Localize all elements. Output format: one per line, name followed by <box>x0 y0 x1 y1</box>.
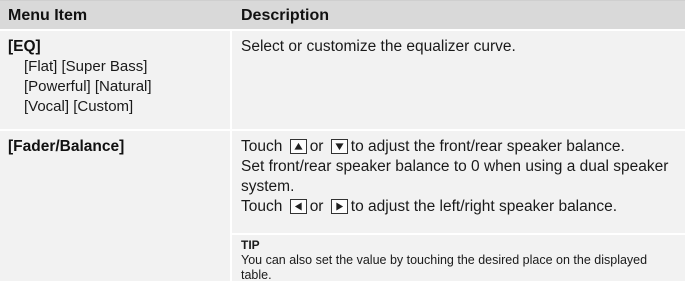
or-word: or <box>309 138 324 155</box>
eq-options: [Flat] [Super Bass] [Powerful] [Natural]… <box>24 57 224 117</box>
tip-title: TIP <box>241 238 260 252</box>
down-arrow-button-icon <box>330 139 348 154</box>
header-menu-item: Menu Item <box>8 7 88 24</box>
menu-item-eq: [EQ] <box>8 38 41 55</box>
touch-word: Touch <box>241 138 283 155</box>
up-arrow-button-icon <box>289 139 307 154</box>
table-row-eq: [EQ] [Flat] [Super Bass] [Powerful] [Nat… <box>0 31 685 129</box>
desc-line-left-right: Touch or to adjust the left/right speake… <box>241 197 677 217</box>
eq-option-line: [Vocal] [Custom] <box>24 98 134 115</box>
or-word: or <box>309 198 324 215</box>
header-description: Description <box>241 7 330 24</box>
left-right-instruction: to adjust the left/right speaker balance… <box>350 198 618 215</box>
touch-word: Touch <box>241 198 283 215</box>
eq-option-line: [Powerful] [Natural] <box>24 78 152 95</box>
table-row-fader-balance: [Fader/Balance] Touch or to adjust the f… <box>0 131 685 282</box>
left-arrow-button-icon <box>289 199 307 214</box>
tip-text: You can also set the value by touching t… <box>241 253 648 282</box>
menu-item-fader-balance: [Fader/Balance] <box>8 138 125 155</box>
eq-description: Select or customize the equalizer curve. <box>241 38 516 55</box>
eq-option-line: [Flat] [Super Bass] <box>24 58 148 75</box>
desc-line-front-rear: Touch or to adjust the front/rear speake… <box>241 137 677 157</box>
front-rear-instruction: to adjust the front/rear speaker balance… <box>350 138 625 155</box>
manual-page: Menu Item Description [EQ] [Flat] [Super… <box>0 0 685 282</box>
table-header: Menu Item Description <box>0 0 685 29</box>
desc-line-dual-speaker: Set front/rear speaker balance to 0 when… <box>241 158 669 195</box>
column-divider <box>230 131 232 281</box>
tip-separator <box>232 233 685 235</box>
fader-balance-description: Touch or to adjust the front/rear speake… <box>241 137 677 217</box>
right-arrow-button-icon <box>330 199 348 214</box>
column-divider <box>230 31 232 129</box>
